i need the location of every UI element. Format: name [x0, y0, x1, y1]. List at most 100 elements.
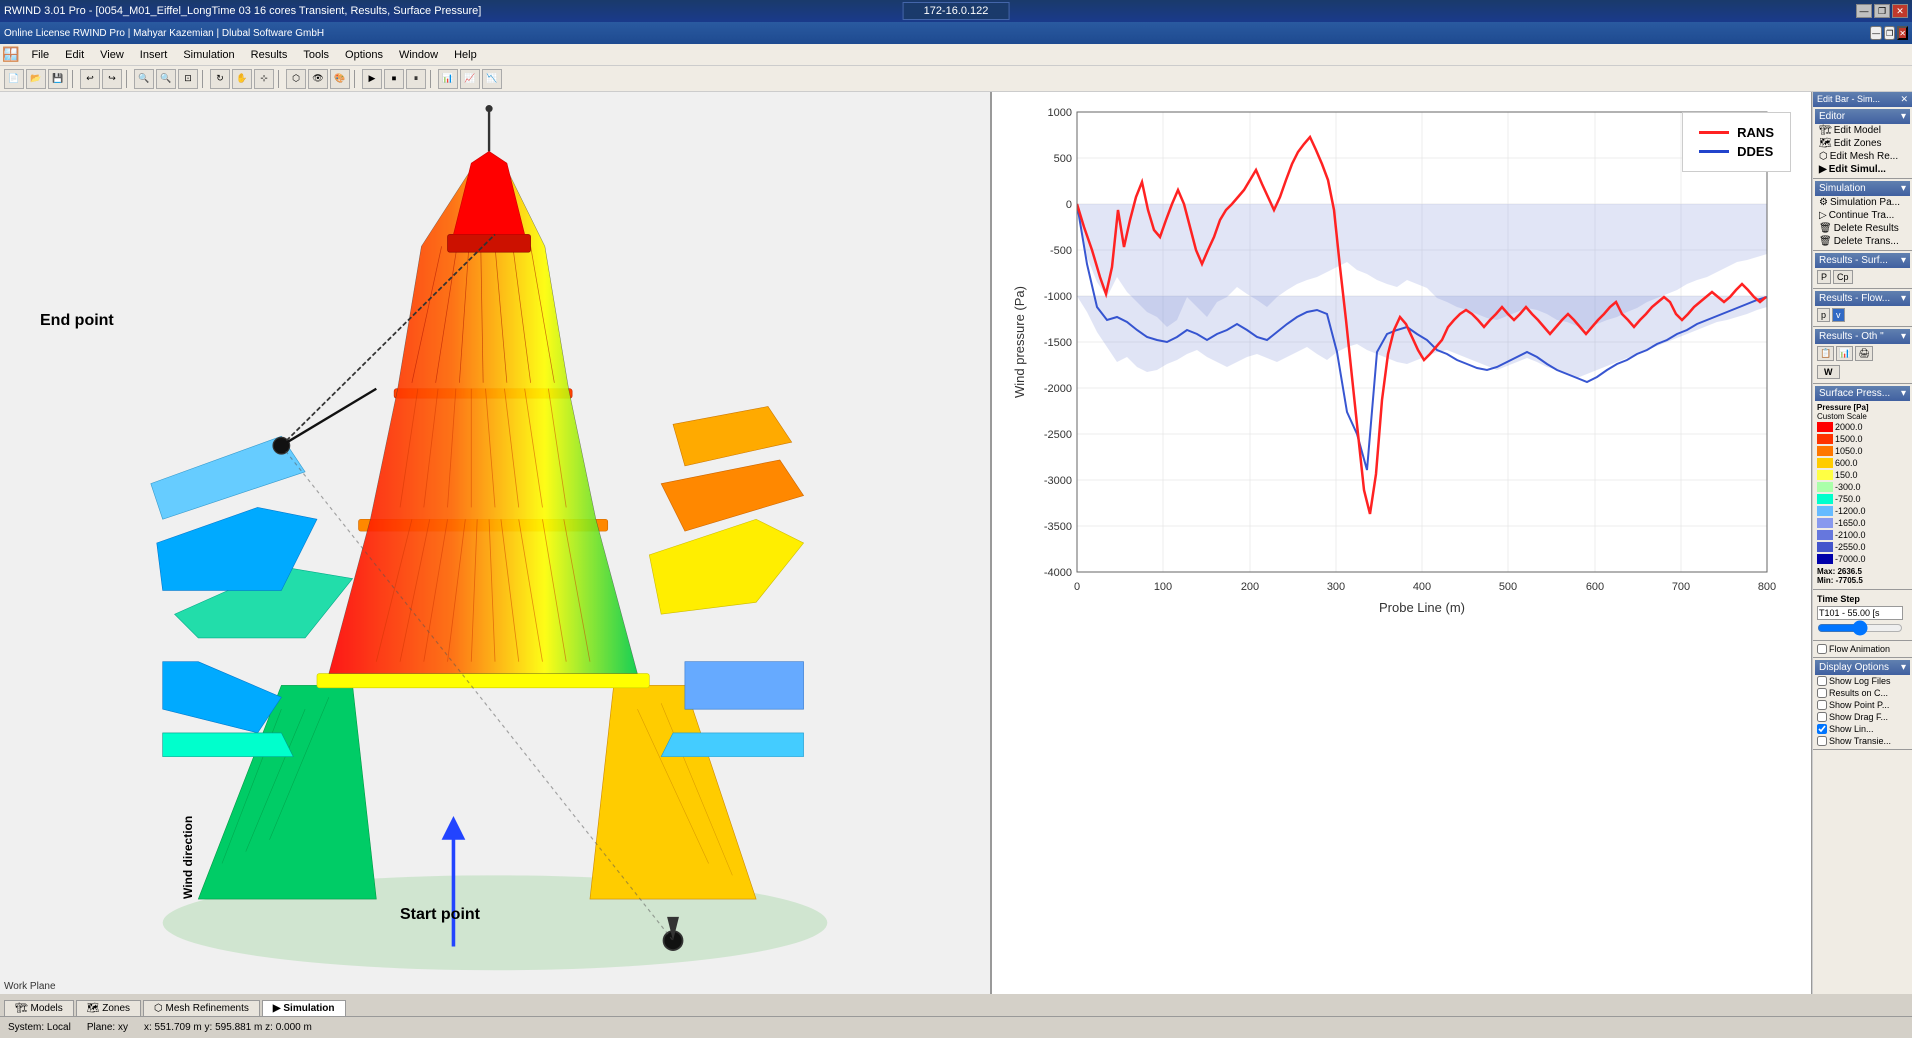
svg-text:0: 0 [1065, 199, 1071, 211]
menu-file[interactable]: File [23, 47, 57, 63]
tab-models[interactable]: 🏗 Models [4, 1000, 74, 1016]
end-point-label: End point [40, 312, 114, 330]
sec-close-btn[interactable]: ✕ [1897, 26, 1908, 40]
tb-rotate[interactable]: ↻ [210, 69, 230, 89]
tab-zones[interactable]: 🗺 Zones [76, 1000, 141, 1016]
tb-pan[interactable]: ✋ [232, 69, 252, 89]
tb-undo[interactable]: ↩ [80, 69, 100, 89]
sim-expand-icon[interactable]: ▾ [1901, 183, 1906, 194]
tab-simulation[interactable]: ▶ Simulation [262, 1000, 346, 1016]
timestep-input[interactable] [1817, 606, 1903, 620]
show-drag-f-option: Show Drag F... [1815, 711, 1910, 723]
menu-view[interactable]: View [92, 47, 132, 63]
tb-display[interactable]: 👁 [308, 69, 328, 89]
rf-expand-icon[interactable]: ▾ [1901, 293, 1906, 304]
scale-bar--750: -750.0 [1817, 494, 1908, 504]
menu-simulation[interactable]: Simulation [175, 47, 242, 63]
viewport-3d[interactable]: End point Start point Wind direction Wor… [0, 92, 992, 994]
editor-expand-icon[interactable]: ▾ [1901, 111, 1906, 122]
tb-new[interactable]: 📄 [4, 69, 24, 89]
svg-text:-4000: -4000 [1043, 567, 1071, 579]
tb-zoom-out[interactable]: 🔍 [156, 69, 176, 89]
show-lin-option: Show Lin... [1815, 723, 1910, 735]
tb-fit[interactable]: ⊡ [178, 69, 198, 89]
menu-help[interactable]: Help [446, 47, 485, 63]
minimize-btn[interactable]: — [1856, 4, 1872, 18]
flow-p-btn[interactable]: p [1817, 308, 1830, 322]
menu-results[interactable]: Results [243, 47, 296, 63]
tb-zoom-in[interactable]: 🔍 [134, 69, 154, 89]
show-point-p-option: Show Point P... [1815, 699, 1910, 711]
close-btn[interactable]: ✕ [1892, 4, 1908, 18]
y-axis-title: Wind pressure (Pa) [1012, 286, 1027, 398]
results-c-checkbox[interactable] [1817, 688, 1827, 698]
flow-animation-section: Flow Animation [1813, 641, 1912, 658]
tb-select[interactable]: ⊹ [254, 69, 274, 89]
wind-direction-label: Wind direction [181, 816, 195, 899]
timestep-slider[interactable] [1817, 622, 1903, 634]
license-info: Online License RWIND Pro | Mahyar Kazemi… [4, 28, 324, 39]
tb-redo[interactable]: ↪ [102, 69, 122, 89]
show-drag-f-checkbox[interactable] [1817, 712, 1827, 722]
edit-mesh-btn[interactable]: ⬡ Edit Mesh Re... [1815, 150, 1910, 163]
sec-maximize-btn[interactable]: ❐ [1884, 26, 1895, 40]
continue-icon: ▷ [1819, 210, 1827, 221]
show-transie-checkbox[interactable] [1817, 736, 1827, 746]
show-lin-checkbox[interactable] [1817, 724, 1827, 734]
oth-btn3[interactable]: 🖨 [1855, 346, 1872, 361]
show-point-p-checkbox[interactable] [1817, 700, 1827, 710]
menu-window[interactable]: Window [391, 47, 446, 63]
tb-sim2[interactable]: ⏹ [384, 69, 404, 89]
continue-tra-btn[interactable]: ▷ Continue Tra... [1815, 209, 1910, 222]
maximize-btn[interactable]: ❐ [1874, 4, 1890, 18]
editbar-close-icon[interactable]: ✕ [1900, 94, 1908, 105]
do-expand-icon[interactable]: ▾ [1901, 662, 1906, 673]
ro-expand-icon[interactable]: ▾ [1901, 331, 1906, 342]
tb-open[interactable]: 📂 [26, 69, 46, 89]
svg-text:800: 800 [1757, 581, 1775, 593]
menu-insert[interactable]: Insert [132, 47, 176, 63]
status-plane: Plane: xy [87, 1022, 128, 1033]
show-log-files-label: Show Log Files [1829, 676, 1891, 686]
delete-trans-btn[interactable]: 🗑 Delete Trans... [1815, 235, 1910, 248]
edit-simul-btn[interactable]: ▶ Edit Simul... [1815, 163, 1910, 176]
menu-tools[interactable]: Tools [295, 47, 337, 63]
tab-mesh-refinements[interactable]: ⬡ Mesh Refinements [143, 1000, 260, 1016]
status-bar: System: Local Plane: xy x: 551.709 m y: … [0, 1016, 1912, 1038]
show-log-files-checkbox[interactable] [1817, 676, 1827, 686]
secondary-bar: Online License RWIND Pro | Mahyar Kazemi… [0, 22, 1912, 44]
sim-pa-btn[interactable]: ⚙ Simulation Pa... [1815, 196, 1910, 209]
flow-animation-checkbox[interactable] [1817, 644, 1827, 654]
edit-zones-btn[interactable]: 🗺 Edit Zones [1815, 137, 1910, 150]
tb-save[interactable]: 💾 [48, 69, 68, 89]
tb-render[interactable]: 🎨 [330, 69, 350, 89]
sec-minimize-btn[interactable]: — [1870, 26, 1882, 40]
rs-expand-icon[interactable]: ▾ [1901, 255, 1906, 266]
show-point-p-label: Show Point P... [1829, 700, 1889, 710]
results-surf-btn2[interactable]: Cp [1833, 270, 1853, 284]
display-options-title: Display Options ▾ [1815, 660, 1910, 675]
svg-text:-2500: -2500 [1043, 429, 1071, 441]
menu-options[interactable]: Options [337, 47, 391, 63]
results-surf-btn1[interactable]: P [1817, 270, 1831, 284]
w-btn[interactable]: W [1817, 365, 1840, 379]
delete-results-btn[interactable]: 🗑 Delete Results [1815, 222, 1910, 235]
scale-bar--1200: -1200.0 [1817, 506, 1908, 516]
edit-model-btn[interactable]: 🏗 Edit Model [1815, 124, 1910, 137]
menu-edit[interactable]: Edit [57, 47, 92, 63]
tb-result3[interactable]: 📉 [482, 69, 502, 89]
flow-v-btn[interactable]: v [1832, 308, 1845, 322]
tb-sim1[interactable]: ▶ [362, 69, 382, 89]
sp-expand-icon[interactable]: ▾ [1901, 388, 1906, 399]
chart-panel: RANS DDES [992, 92, 1812, 994]
svg-text:0: 0 [1073, 581, 1079, 593]
status-system: System: Local [8, 1022, 71, 1033]
oth-btn1[interactable]: 📋 [1817, 346, 1834, 361]
delete-results-icon: 🗑 [1819, 223, 1832, 234]
scale-bar--2100: -2100.0 [1817, 530, 1908, 540]
tb-sim3[interactable]: ⏸ [406, 69, 426, 89]
oth-btn2[interactable]: 📊 [1836, 346, 1853, 361]
tb-result2[interactable]: 📈 [460, 69, 480, 89]
tb-result1[interactable]: 📊 [438, 69, 458, 89]
tb-mesh[interactable]: ⬡ [286, 69, 306, 89]
